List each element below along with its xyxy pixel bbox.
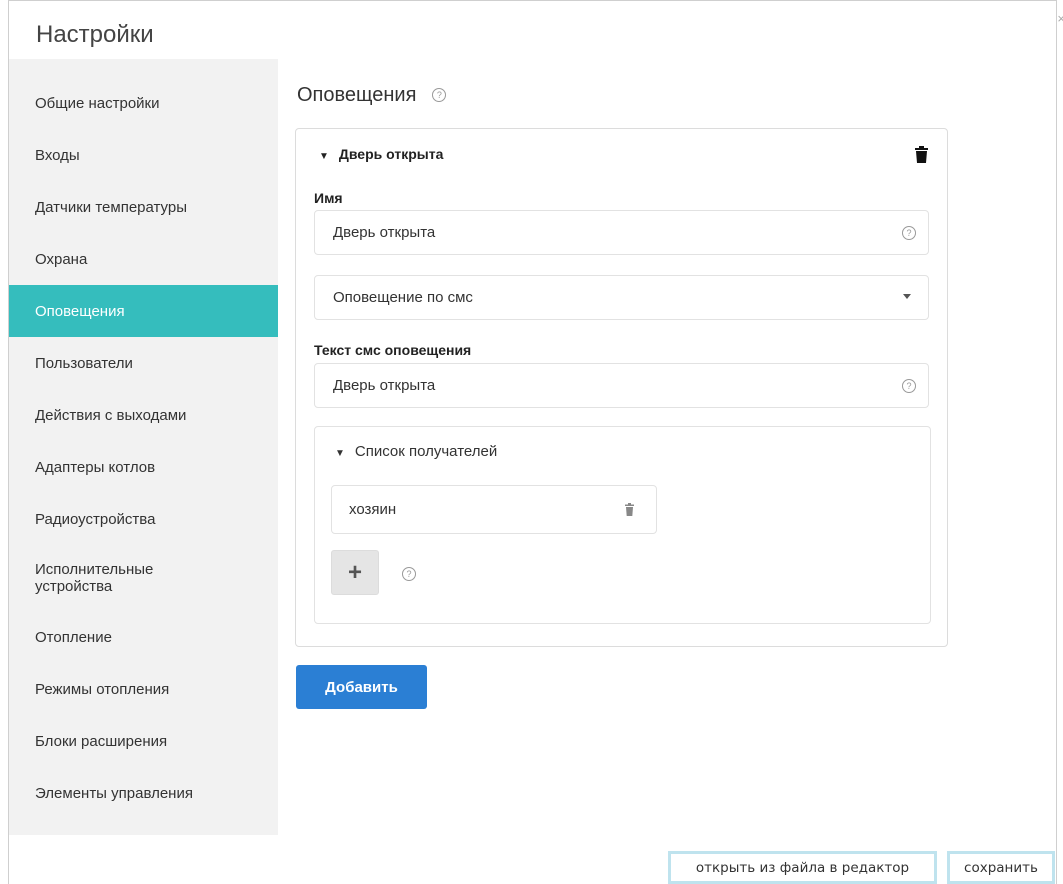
sidebar-item-users[interactable]: Пользователи — [9, 337, 278, 389]
sidebar-item-controls[interactable]: Элементы управления — [9, 767, 278, 819]
notification-type-select[interactable]: Оповещение по смс — [314, 275, 929, 320]
recipient-name: хозяин — [349, 501, 397, 518]
help-icon[interactable]: ? — [402, 567, 416, 581]
notification-card-header[interactable]: ▼ Дверь открыта — [319, 146, 443, 162]
sidebar-item-label: Адаптеры котлов — [35, 458, 156, 476]
help-icon[interactable]: ? — [902, 379, 916, 393]
sidebar-item-label: Датчики температуры — [35, 198, 188, 216]
save-button[interactable]: сохранить — [947, 851, 1055, 884]
sms-text-label: Текст смс оповещения — [314, 342, 472, 358]
chevron-down-icon — [903, 294, 911, 299]
sms-text-value: Дверь открыта — [333, 377, 436, 394]
add-button[interactable]: Добавить — [296, 665, 427, 709]
sidebar-item-radio-devices[interactable]: Радиоустройства — [9, 493, 278, 545]
trash-icon[interactable] — [915, 146, 928, 163]
sidebar-item-label: Охрана — [35, 250, 88, 268]
notification-type-value: Оповещение по смс — [333, 289, 473, 306]
name-field[interactable]: Дверь открыта ? — [314, 210, 929, 255]
sms-text-field[interactable]: Дверь открыта ? — [314, 363, 929, 408]
recipient-item[interactable]: хозяин — [331, 485, 657, 534]
sidebar-item-label: Радиоустройства — [35, 510, 156, 528]
help-icon[interactable]: ? — [902, 226, 916, 240]
sidebar-item-label: Исполнительные устройства — [35, 561, 154, 595]
add-recipient-button[interactable]: + — [331, 550, 379, 595]
help-icon[interactable]: ? — [432, 88, 447, 102]
sidebar-item-expansion-blocks[interactable]: Блоки расширения — [9, 715, 278, 767]
sidebar-item-heating[interactable]: Отопление — [9, 611, 278, 663]
sidebar-item-boiler-adapters[interactable]: Адаптеры котлов — [9, 441, 278, 493]
page-title-text: Оповещения — [297, 84, 417, 106]
recipients-header[interactable]: ▼ Список получателей — [335, 443, 497, 460]
sidebar-item-label: Действия с выходами — [35, 406, 187, 424]
sidebar-item-temperature-sensors[interactable]: Датчики температуры — [9, 181, 278, 233]
sidebar-item-label: Пользователи — [35, 354, 133, 372]
notification-card: ▼ Дверь открыта Имя Дверь открыта ? Опове… — [295, 128, 948, 647]
caret-down-icon: ▼ — [335, 448, 345, 459]
name-field-value: Дверь открыта — [333, 224, 436, 241]
sidebar-item-label: Общие настройки — [35, 94, 160, 112]
sidebar: Общие настройки Входы Датчики температур… — [9, 59, 278, 835]
caret-down-icon: ▼ — [319, 151, 329, 162]
page-title: Оповещения? — [297, 84, 447, 107]
sidebar-item-output-actions[interactable]: Действия с выходами — [9, 389, 278, 441]
sidebar-item-inputs[interactable]: Входы — [9, 129, 278, 181]
name-label: Имя — [314, 190, 343, 206]
sidebar-item-security[interactable]: Охрана — [9, 233, 278, 285]
sidebar-item-label: Отопление — [35, 628, 112, 646]
sidebar-item-label: Режимы отопления — [35, 680, 170, 698]
sidebar-item-label: Входы — [35, 146, 80, 164]
dialog-title: Настройки — [36, 21, 154, 48]
close-icon[interactable]: × — [1057, 11, 1063, 26]
sidebar-item-notifications[interactable]: Оповещения — [9, 285, 278, 337]
sidebar-item-label: Блоки расширения — [35, 732, 168, 750]
recipients-panel: ▼ Список получателей хозяин + ? — [314, 426, 931, 624]
sidebar-item-label: Элементы управления — [35, 784, 193, 802]
sidebar-item-actuators[interactable]: Исполнительные устройства — [9, 549, 278, 607]
trash-icon[interactable] — [625, 503, 634, 516]
sidebar-item-heating-modes[interactable]: Режимы отопления — [9, 663, 278, 715]
settings-dialog: × Настройки Общие настройки Входы Датчик… — [8, 0, 1063, 884]
recipients-title: Список получателей — [354, 443, 498, 460]
sidebar-item-label: Оповещения — [35, 302, 125, 320]
sidebar-item-general[interactable]: Общие настройки — [9, 77, 278, 129]
notification-card-title: Дверь открыта — [338, 146, 444, 162]
open-file-editor-button[interactable]: открыть из файла в редактор — [668, 851, 937, 884]
